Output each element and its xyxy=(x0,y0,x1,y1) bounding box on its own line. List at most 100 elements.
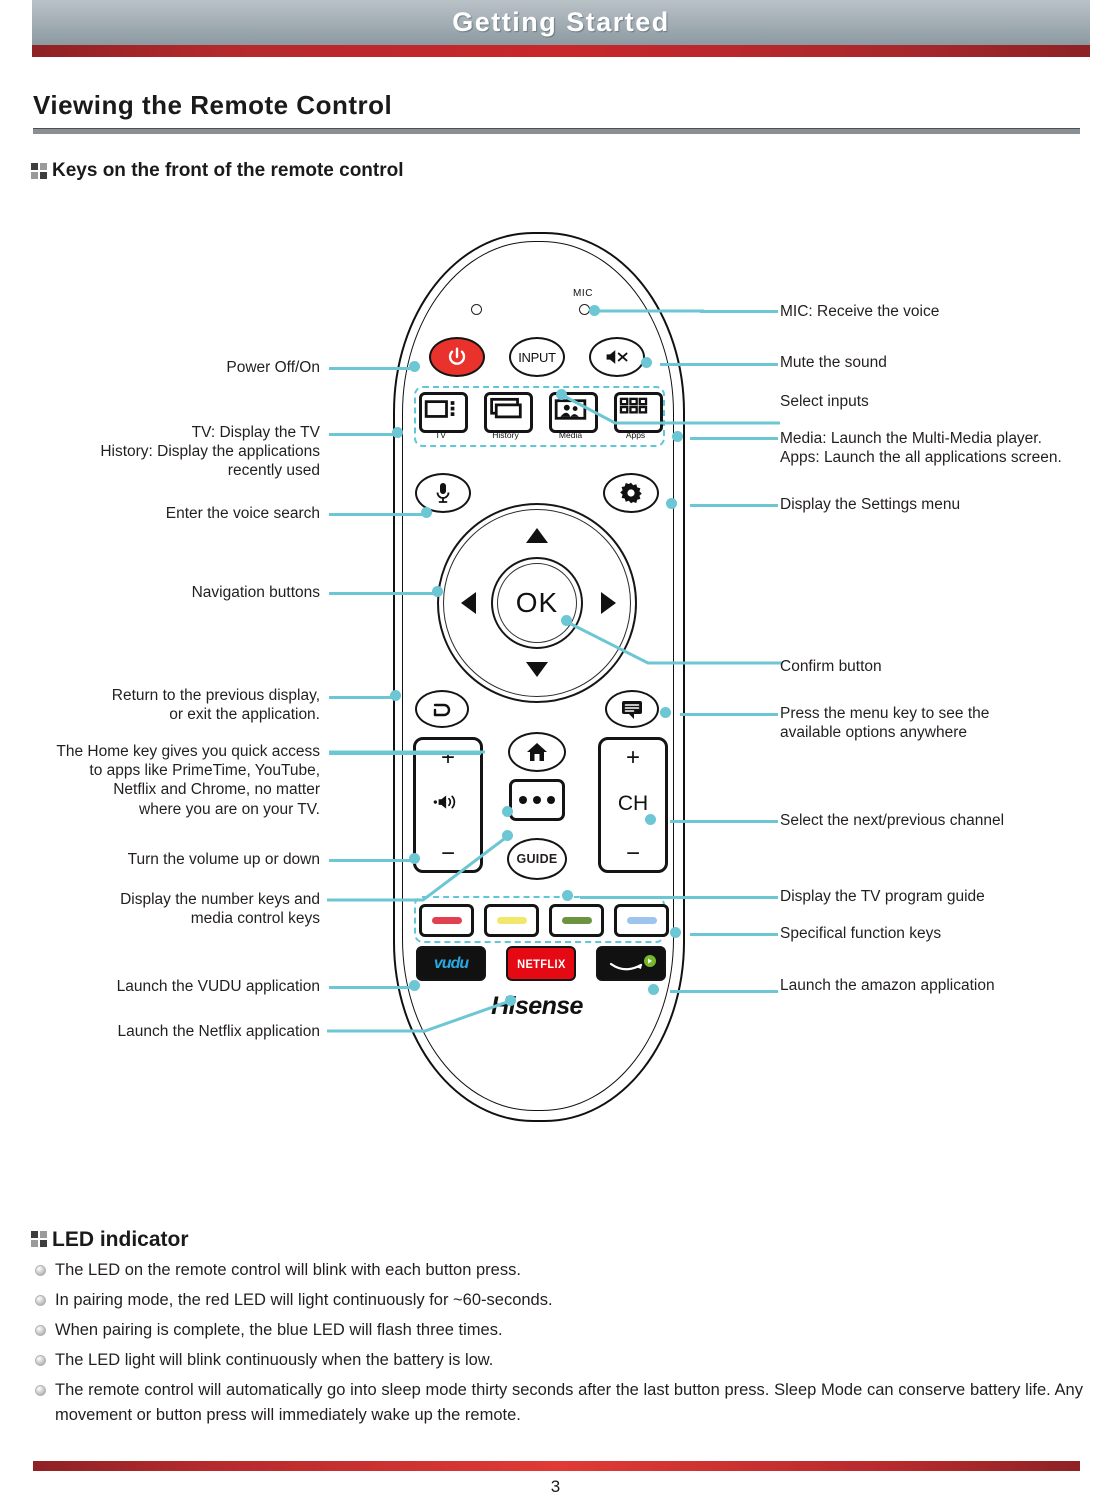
leader-dot-navigation xyxy=(432,586,443,597)
callout-back: Return to the previous display, or exit … xyxy=(111,687,320,724)
microphone-icon xyxy=(436,483,450,503)
channel-rocker[interactable]: + CH − xyxy=(598,737,668,873)
header-red-divider xyxy=(32,45,1090,57)
section-underline xyxy=(33,128,1080,134)
history-button[interactable] xyxy=(484,392,533,433)
leader-dot-channel xyxy=(645,814,656,825)
nav-left-arrow-icon[interactable] xyxy=(461,592,476,614)
leader-mic xyxy=(700,310,778,313)
callout-guide: Display the TV program guide xyxy=(780,888,985,905)
leader-dot-media-apps xyxy=(672,431,683,442)
callout-voice-search: Enter the voice search xyxy=(165,505,320,522)
leader-dot-netflix xyxy=(505,995,516,1006)
leader-menu xyxy=(680,713,778,716)
list-item: In pairing mode, the red LED will light … xyxy=(33,1288,1083,1313)
list-item: The LED on the remote control will blink… xyxy=(33,1258,1083,1283)
leader-dot-amazon xyxy=(648,984,659,995)
callout-netflix: Launch the Netflix application xyxy=(117,1023,321,1040)
channel-minus-label[interactable]: − xyxy=(601,842,665,866)
nav-up-arrow-icon[interactable] xyxy=(526,528,548,543)
power-icon xyxy=(448,347,466,365)
callout-volume: Turn the volume up or down xyxy=(127,851,320,868)
callout-mic: MIC: Receive the voice xyxy=(780,303,940,320)
leader-confirm-path xyxy=(566,620,782,665)
settings-button[interactable] xyxy=(603,473,659,513)
amazon-smile-icon xyxy=(609,954,656,970)
callout-home: The Home key gives you quick access to a… xyxy=(56,743,320,818)
leader-dot-number-media xyxy=(502,830,513,841)
callout-confirm: Confirm button xyxy=(780,658,882,675)
leader-dot-inputs xyxy=(556,389,567,400)
blue-function-key[interactable] xyxy=(614,904,669,937)
mute-button[interactable] xyxy=(589,337,645,377)
leader-dot-function-keys xyxy=(670,927,681,938)
leader-dot-tv xyxy=(392,427,403,438)
list-item: When pairing is complete, the blue LED w… xyxy=(33,1318,1083,1343)
callout-navigation: Navigation buttons xyxy=(191,584,320,601)
callout-channel: Select the next/previous channel xyxy=(780,812,1005,829)
callout-number-media: Display the number keys and media contro… xyxy=(120,891,320,928)
list-item: The LED light will blink continuously wh… xyxy=(33,1348,1083,1373)
list-item: The remote control will automatically go… xyxy=(33,1378,1083,1428)
nav-right-arrow-icon[interactable] xyxy=(601,592,616,614)
input-label: INPUT xyxy=(518,349,556,365)
vudu-label: vudu xyxy=(433,954,469,972)
leader-mute xyxy=(660,363,778,366)
leader-tv xyxy=(329,433,397,436)
section-heading: Viewing the Remote Control xyxy=(33,90,393,120)
history-key-label: History xyxy=(492,430,519,440)
leader-voice xyxy=(329,513,427,516)
leader-settings xyxy=(690,504,778,507)
callout-vudu: Launch the VUDU application xyxy=(116,978,320,995)
footer-red-divider xyxy=(33,1461,1080,1471)
input-button[interactable]: INPUT xyxy=(509,337,565,377)
page-title: Getting Started xyxy=(452,7,670,37)
leader-dot-settings xyxy=(666,498,677,509)
square-bullet-led-icon xyxy=(31,1231,49,1249)
leader-dot-confirm xyxy=(561,615,572,626)
leader-dot-voice xyxy=(421,507,432,518)
vudu-button[interactable]: vudu xyxy=(416,946,486,981)
green-function-key[interactable] xyxy=(549,904,604,937)
leader-dot-power xyxy=(409,361,420,372)
leader-dot-mute xyxy=(641,357,652,368)
leader-inputs-path xyxy=(561,393,780,425)
callout-amazon: Launch the amazon application xyxy=(780,977,995,994)
subheading-led: LED indicator xyxy=(52,1228,189,1251)
leader-navigation xyxy=(329,592,437,595)
home-icon xyxy=(527,743,547,761)
menu-button[interactable] xyxy=(605,690,659,728)
leader-dot-menu xyxy=(660,707,671,718)
tv-key-label: TV xyxy=(435,430,446,440)
tv-button[interactable] xyxy=(419,392,468,433)
callout-media-apps: Media: Launch the Multi-Media player. Ap… xyxy=(780,430,1062,467)
square-bullet-icon xyxy=(31,163,49,181)
channel-label: CH xyxy=(617,792,649,815)
leader-media-apps xyxy=(690,437,778,440)
back-button[interactable] xyxy=(415,690,469,728)
amazon-button[interactable] xyxy=(596,946,666,981)
callout-function-keys: Specifical function keys xyxy=(780,925,942,942)
leader-amazon xyxy=(670,990,778,993)
leader-number-media-path xyxy=(327,834,509,902)
leader-netflix-path xyxy=(327,999,511,1033)
leader-channel xyxy=(670,820,778,823)
callout-tv-history: TV: Display the TV History: Display the … xyxy=(100,424,320,480)
nav-down-arrow-icon[interactable] xyxy=(526,662,548,677)
leader-guide xyxy=(580,896,778,899)
leader-power xyxy=(329,367,413,370)
mute-icon xyxy=(606,350,628,364)
led-indicator-list: The LED on the remote control will blink… xyxy=(33,1258,1083,1433)
back-arrow-icon xyxy=(433,703,451,717)
gear-icon xyxy=(620,482,642,504)
leader-mic-path xyxy=(594,309,704,313)
power-button[interactable] xyxy=(429,337,485,377)
netflix-button[interactable]: NETFLIX xyxy=(506,946,576,981)
mic-label: MIC xyxy=(573,288,594,299)
callout-settings: Display the Settings menu xyxy=(780,496,961,513)
leader-back xyxy=(329,696,395,699)
tv-icon xyxy=(424,400,455,418)
channel-plus-label[interactable]: + xyxy=(601,746,665,770)
callout-inputs: Select inputs xyxy=(780,393,869,410)
history-icon xyxy=(490,397,522,419)
